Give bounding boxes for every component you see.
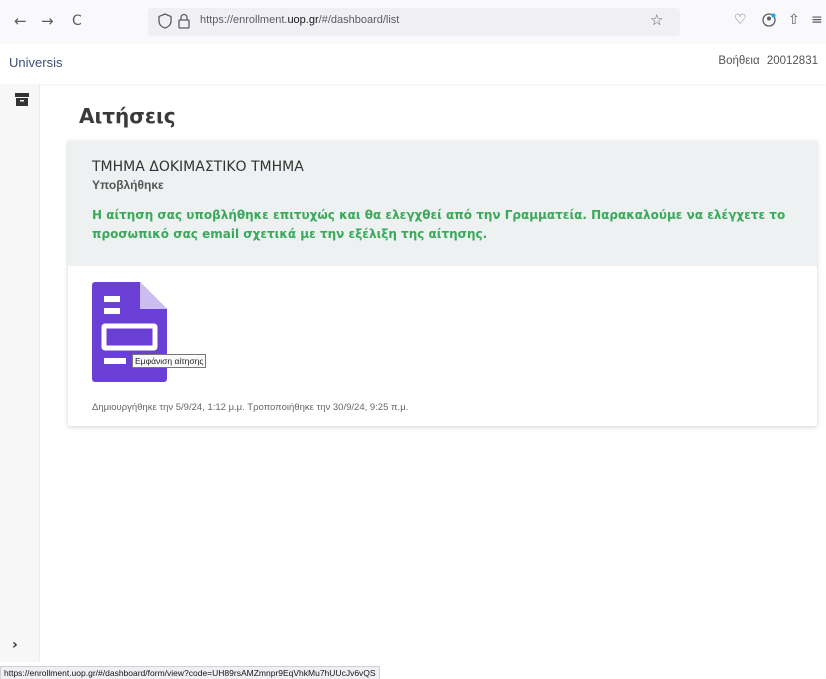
application-card: ΤΜΗΜΑ ΔΟΚΙΜΑΣΤΙΚΟ ΤΜΗΜΑ Υποβλήθηκε Η αίτ… [68,141,817,426]
link-status-bar: https://enrollment.uop.gr/#/dashboard/fo… [0,666,380,679]
brand-logo-text[interactable]: Universis [9,55,62,70]
bookmark-star-icon[interactable]: ☆ [650,11,663,29]
user-id[interactable]: 20012831 [767,55,818,67]
application-dates: Δημιουργήθηκε την 5/9/24, 1:12 μ.μ. Τροπ… [92,402,409,413]
status-label: Υποβλήθηκε [92,178,164,192]
reload-icon[interactable]: C [72,12,82,30]
archive-icon[interactable] [15,93,29,106]
sidebar: › [0,84,40,662]
browser-toolbar: ← → C https://enrollment.uop.gr/#/dashbo… [0,0,826,44]
success-message: Η αίτηση σας υποβλήθηκε επιτυχώς και θα … [92,208,786,241]
page-title: Αιτήσεις [79,104,176,128]
forward-icon[interactable]: → [41,12,54,30]
shield-icon [158,13,172,29]
account-icon[interactable] [762,13,776,27]
address-bar[interactable]: https://enrollment.uop.gr/#/dashboard/li… [148,8,680,36]
extensions-icon[interactable]: ⇧ [788,12,800,28]
application-card-header: ΤΜΗΜΑ ΔΟΚΙΜΑΣΤΙΚΟ ΤΜΗΜΑ Υποβλήθηκε Η αίτ… [68,141,817,266]
app-header: Universis Βοήθεια 20012831 [0,44,826,84]
url-text: https://enrollment.uop.gr/#/dashboard/li… [200,14,400,26]
pocket-icon[interactable]: ♡ [734,12,747,28]
department-name: ΤΜΗΜΑ ΔΟΚΙΜΑΣΤΙΚΟ ΤΜΗΜΑ [92,159,304,175]
back-icon[interactable]: ← [14,12,27,30]
expand-sidebar-icon[interactable]: › [12,637,18,653]
help-link[interactable]: Βοήθεια [718,55,759,67]
lock-icon [178,13,190,29]
view-application-tooltip: Εμφάνιση αίτησης [132,354,207,368]
menu-icon[interactable]: ≡ [811,12,823,28]
header-right: Βοήθεια 20012831 [714,55,818,67]
